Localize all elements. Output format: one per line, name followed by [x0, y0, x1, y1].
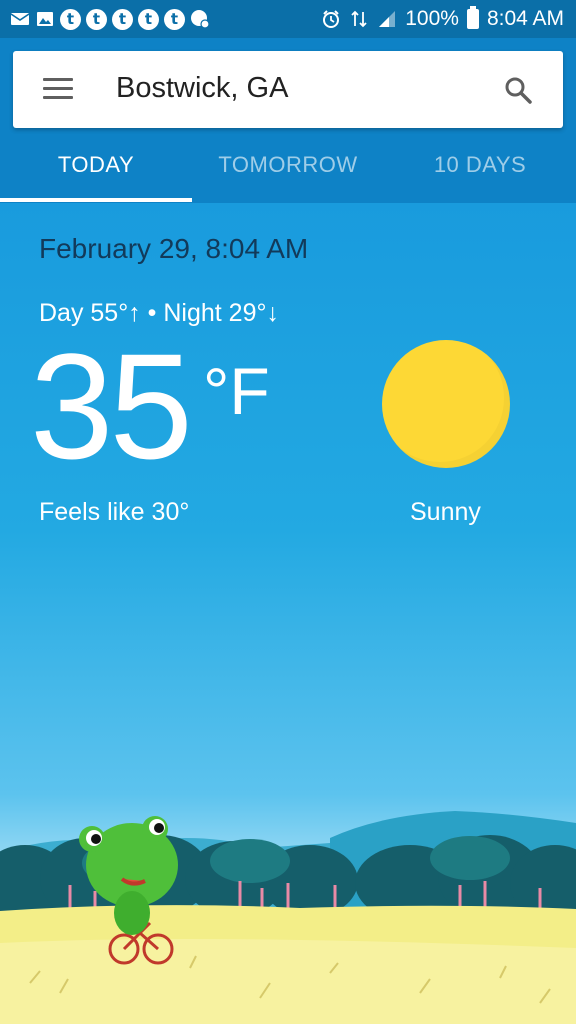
- current-datetime: February 29, 8:04 AM: [39, 233, 309, 264]
- status-bar: t t t t t 100% 8:04 AM: [0, 0, 576, 38]
- hamburger-menu-icon[interactable]: [43, 78, 73, 100]
- system-status: 100% 8:04 AM: [321, 6, 564, 31]
- battery-percent: 100%: [405, 7, 459, 30]
- weather-condition: Sunny: [410, 498, 481, 526]
- image-icon: [37, 12, 53, 26]
- landscape-illustration: [0, 811, 576, 1024]
- tumblr-icon: t: [60, 8, 81, 30]
- search-icon[interactable]: [503, 75, 533, 105]
- current-temperature: 35: [30, 322, 193, 490]
- tab-tomorrow[interactable]: TOMORROW: [192, 128, 384, 202]
- tumblr-icon: t: [112, 8, 133, 30]
- sun-icon: [382, 340, 510, 468]
- tumblr-icon: t: [164, 8, 185, 30]
- alarm-icon: [323, 10, 340, 28]
- temperature-unit: °F: [203, 354, 270, 428]
- search-bar[interactable]: Bostwick, GA: [13, 51, 563, 128]
- tab-today[interactable]: TODAY: [0, 128, 192, 202]
- forecast-tabs: TODAY TOMORROW 10 DAYS: [0, 128, 576, 202]
- chat-icon: [191, 10, 210, 29]
- weather-panel: February 29, 8:04 AM Day 55°↑ • Night 29…: [0, 203, 576, 1024]
- location-name[interactable]: Bostwick, GA: [116, 72, 288, 105]
- clock: 8:04 AM: [486, 7, 564, 30]
- tumblr-icon: t: [138, 8, 159, 30]
- mail-icon: [10, 13, 30, 25]
- notification-icons: t t t t t: [10, 8, 210, 30]
- tumblr-icon: t: [86, 8, 107, 30]
- battery-icon: [466, 6, 479, 29]
- tab-10-days[interactable]: 10 DAYS: [384, 128, 576, 202]
- signal-icon: [379, 11, 396, 27]
- data-icon: [351, 10, 367, 28]
- feels-like: Feels like 30°: [39, 498, 190, 526]
